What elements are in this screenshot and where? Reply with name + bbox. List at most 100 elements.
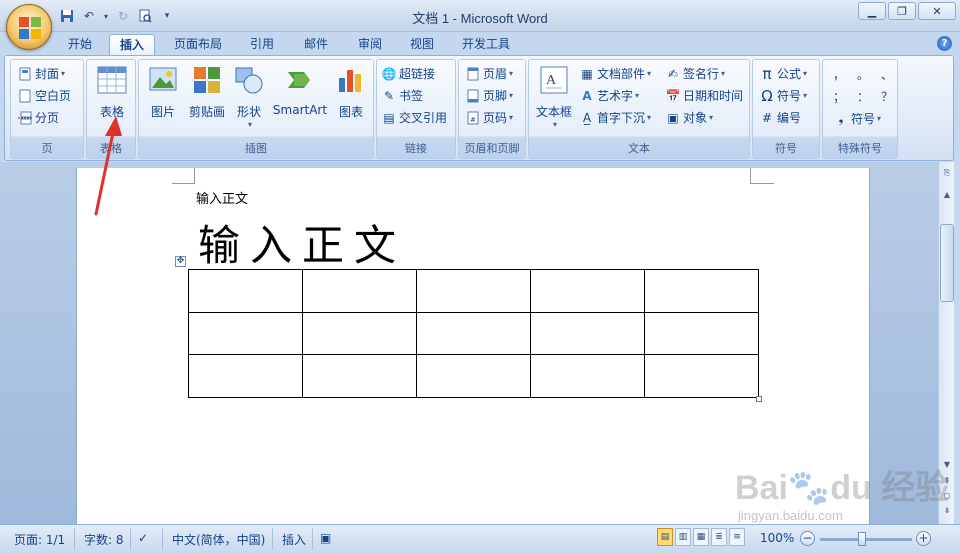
body-text-small[interactable]: 输入正文 (196, 188, 248, 207)
window-title: 文档 1 - Microsoft Word (412, 11, 548, 26)
cover-page-button[interactable]: 封面 ▾ (17, 65, 65, 82)
page-number-button[interactable]: # 页码 ▾ (465, 109, 513, 126)
table-row (188, 269, 759, 313)
scroll-thumb[interactable] (940, 224, 954, 302)
help-icon[interactable]: ? (937, 36, 952, 51)
table-cell[interactable] (416, 311, 531, 355)
table-move-handle-icon[interactable]: ✥ (175, 256, 186, 267)
illustrations-group-label: 插图 (245, 142, 267, 155)
signature-line-button[interactable]: ✍ 签名行 ▾ (665, 65, 725, 82)
tab-page-layout[interactable]: 页面布局 (164, 34, 232, 56)
table-resize-handle[interactable] (756, 396, 762, 402)
proofing-icon[interactable]: ✓ (138, 531, 148, 545)
date-time-button[interactable]: 📅 日期和时间 (665, 87, 744, 104)
table-cell[interactable] (644, 269, 759, 313)
table-cell[interactable] (302, 269, 417, 313)
cross-reference-button[interactable]: ▤ 交叉引用 (381, 109, 447, 126)
zoom-level[interactable]: 100% (760, 531, 794, 545)
text-group: A 文本框 ▾ ▦ 文档部件 ▾ A 艺术字 ▾ A̲ 首字下沉 ▾ ✍ 签名行 ▾ 📅 日期和时… (528, 59, 750, 159)
picture-button[interactable]: 图片 (143, 64, 183, 120)
table-cell[interactable] (530, 354, 645, 398)
chart-icon (339, 70, 361, 92)
illustrations-group: 图片 剪贴画 形状 ▾ SmartArt 图表 插图 (138, 59, 374, 159)
zoom-out-icon[interactable]: − (800, 531, 815, 546)
tab-mailings[interactable]: 邮件 (294, 34, 338, 56)
scroll-up-icon[interactable]: ▲ (940, 188, 954, 202)
table-cell[interactable] (530, 311, 645, 355)
close-button[interactable]: ✕ (918, 2, 956, 20)
date-time-icon: 📅 (665, 88, 681, 103)
macro-record-icon[interactable]: ▣ (320, 531, 331, 545)
minimize-button[interactable]: ▁ (858, 2, 886, 20)
print-layout-icon[interactable]: ▤ (657, 528, 673, 546)
svg-text:A: A (546, 73, 557, 88)
special-char-comma[interactable]: ， (833, 66, 845, 83)
wordart-button[interactable]: A 艺术字 ▾ (579, 87, 639, 104)
smartart-button[interactable]: SmartArt (269, 64, 331, 117)
chart-button[interactable]: 图表 (333, 64, 369, 120)
restore-button[interactable]: ❐ (888, 2, 916, 20)
special-symbol-icon: ❟ (838, 111, 844, 125)
zoom-in-icon[interactable]: + (916, 531, 931, 546)
language[interactable]: 中文(简体，中国) (172, 531, 265, 548)
special-symbol-button[interactable]: ❟ 符号 ▾ (833, 110, 881, 127)
wordart-icon: A (582, 88, 592, 103)
numbering-icon: # (761, 110, 773, 125)
tab-references[interactable]: 引用 (240, 34, 284, 56)
special-char-pause[interactable]: 、 (881, 66, 893, 83)
table-cell[interactable] (302, 311, 417, 355)
outline-view-icon[interactable]: ≣ (711, 528, 727, 546)
header-icon (465, 66, 481, 82)
numbering-button[interactable]: # 编号 (759, 109, 801, 126)
draft-view-icon[interactable]: ≡ (729, 528, 745, 546)
ruler-toggle-icon[interactable]: ⎘ (940, 166, 954, 180)
office-logo-icon (19, 17, 41, 39)
table-cell[interactable] (188, 354, 303, 398)
tab-developer[interactable]: 开发工具 (452, 34, 520, 56)
smartart-icon (288, 72, 310, 88)
document-table[interactable] (188, 269, 759, 398)
blank-page-button[interactable]: 空白页 (17, 87, 71, 104)
table-cell[interactable] (530, 269, 645, 313)
zoom-slider[interactable] (820, 538, 912, 541)
page-break-button[interactable]: 分页 (17, 109, 59, 126)
hyperlink-button[interactable]: 🌐 超链接 (381, 65, 436, 82)
insert-mode[interactable]: 插入 (282, 531, 306, 548)
page-count[interactable]: 页面: 1/1 (14, 531, 65, 548)
table-cell[interactable] (188, 269, 303, 313)
equation-button[interactable]: π 公式 ▾ (759, 65, 807, 83)
table-cell[interactable] (302, 354, 417, 398)
special-char-colon[interactable]: ： (857, 88, 869, 105)
bookmark-button[interactable]: ✎ 书签 (381, 87, 423, 104)
office-button[interactable] (6, 4, 52, 50)
footer-button[interactable]: 页脚 ▾ (465, 87, 513, 104)
header-button[interactable]: 页眉 ▾ (465, 65, 513, 82)
object-button[interactable]: ▣ 对象 ▾ (665, 109, 713, 126)
tab-home[interactable]: 开始 (58, 34, 102, 56)
tab-review[interactable]: 审阅 (348, 34, 392, 56)
text-box-dropdown-icon: ▾ (552, 120, 557, 129)
special-char-semicolon[interactable]: ； (833, 88, 845, 105)
web-layout-icon[interactable]: ▦ (693, 528, 709, 546)
special-char-question[interactable]: ？ (881, 88, 893, 105)
clip-art-button[interactable]: 剪贴画 (185, 64, 229, 120)
text-box-label: 文本框 (535, 105, 572, 119)
quick-parts-button[interactable]: ▦ 文档部件 ▾ (579, 65, 651, 82)
shapes-button[interactable]: 形状 ▾ (231, 64, 267, 129)
table-cell[interactable] (416, 269, 531, 313)
table-cell[interactable] (644, 311, 759, 355)
svg-text:#: # (470, 116, 476, 124)
body-text-large[interactable]: 输入正文 (198, 212, 406, 273)
full-screen-reading-icon[interactable]: ▥ (675, 528, 691, 546)
tab-view[interactable]: 视图 (400, 34, 444, 56)
drop-cap-button[interactable]: A̲ 首字下沉 ▾ (579, 109, 651, 126)
symbol-button[interactable]: Ω 符号 ▾ (759, 87, 807, 105)
text-box-button[interactable]: A 文本框 ▾ (533, 64, 575, 129)
tab-insert[interactable]: 插入 (109, 34, 156, 56)
word-count[interactable]: 字数: 8 (84, 531, 124, 548)
special-char-period[interactable]: 。 (857, 66, 869, 83)
table-cell[interactable] (188, 311, 303, 355)
zoom-slider-thumb[interactable] (858, 532, 866, 546)
table-cell[interactable] (644, 354, 759, 398)
table-cell[interactable] (416, 354, 531, 398)
